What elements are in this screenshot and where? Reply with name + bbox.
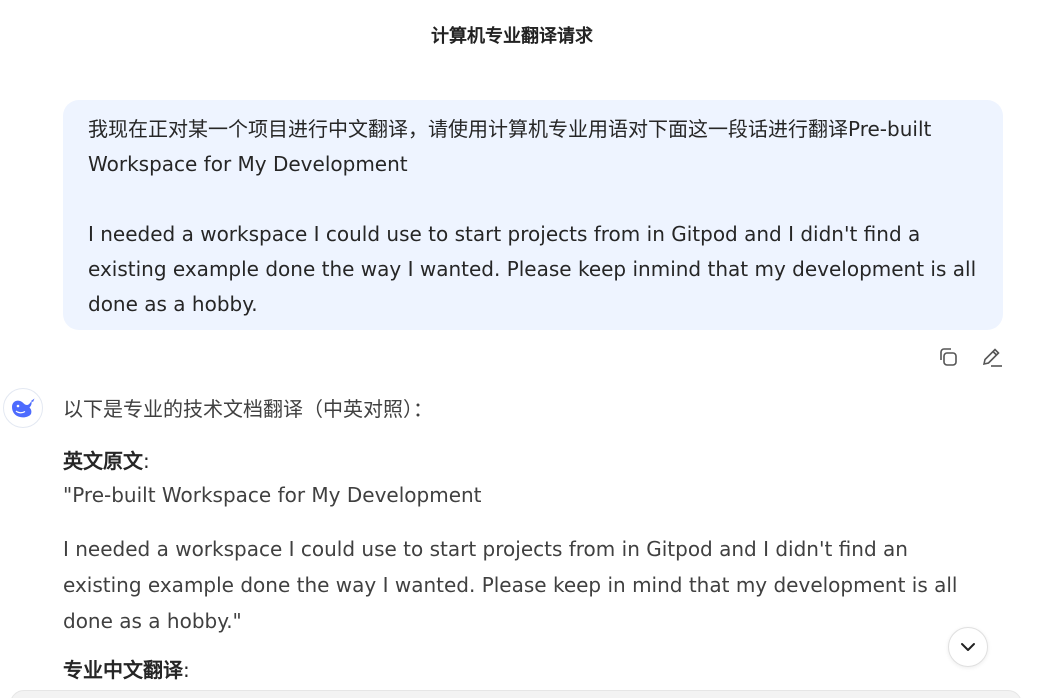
original-text-label: 英文原文 [63, 449, 143, 473]
user-message-paragraph: I needed a workspace I could use to star… [88, 222, 977, 316]
original-paragraph: I needed a workspace I could use to star… [63, 537, 958, 633]
original-title: "Pre-built Workspace for My Development [63, 483, 482, 507]
translation-colon: : [183, 658, 190, 682]
page-title: 计算机专业翻译请求 [431, 26, 593, 47]
chevron-down-icon [961, 643, 975, 651]
user-message-line-2: Workspace for My Development [88, 152, 408, 176]
assistant-avatar [3, 388, 43, 428]
original-text-colon: : [143, 449, 150, 473]
edit-icon[interactable] [979, 344, 1005, 370]
user-message-actions [935, 344, 1005, 370]
original-text-heading: 英文原文: [63, 444, 963, 478]
assistant-intro: 以下是专业的技术文档翻译（中英对照）： [63, 397, 433, 421]
scroll-down-button[interactable] [948, 627, 988, 667]
chat-page: 计算机专业翻译请求 我现在正对某一个项目进行中文翻译，请使用计算机专业用语对下面… [0, 0, 1055, 698]
translation-heading: 专业中文翻译: [63, 653, 963, 687]
translation-label: 专业中文翻译 [63, 658, 183, 682]
user-message-bubble: 我现在正对某一个项目进行中文翻译，请使用计算机专业用语对下面这一段话进行翻译Pr… [63, 100, 1003, 330]
assistant-message: 以下是专业的技术文档翻译（中英对照）： 英文原文: "Pre-built Wor… [63, 392, 963, 687]
user-message-line-1: 我现在正对某一个项目进行中文翻译，请使用计算机专业用语对下面这一段话进行翻译Pr… [88, 117, 932, 141]
copy-icon[interactable] [935, 344, 961, 370]
chat-input-box[interactable] [10, 690, 1022, 698]
deepseek-whale-icon [12, 398, 35, 418]
